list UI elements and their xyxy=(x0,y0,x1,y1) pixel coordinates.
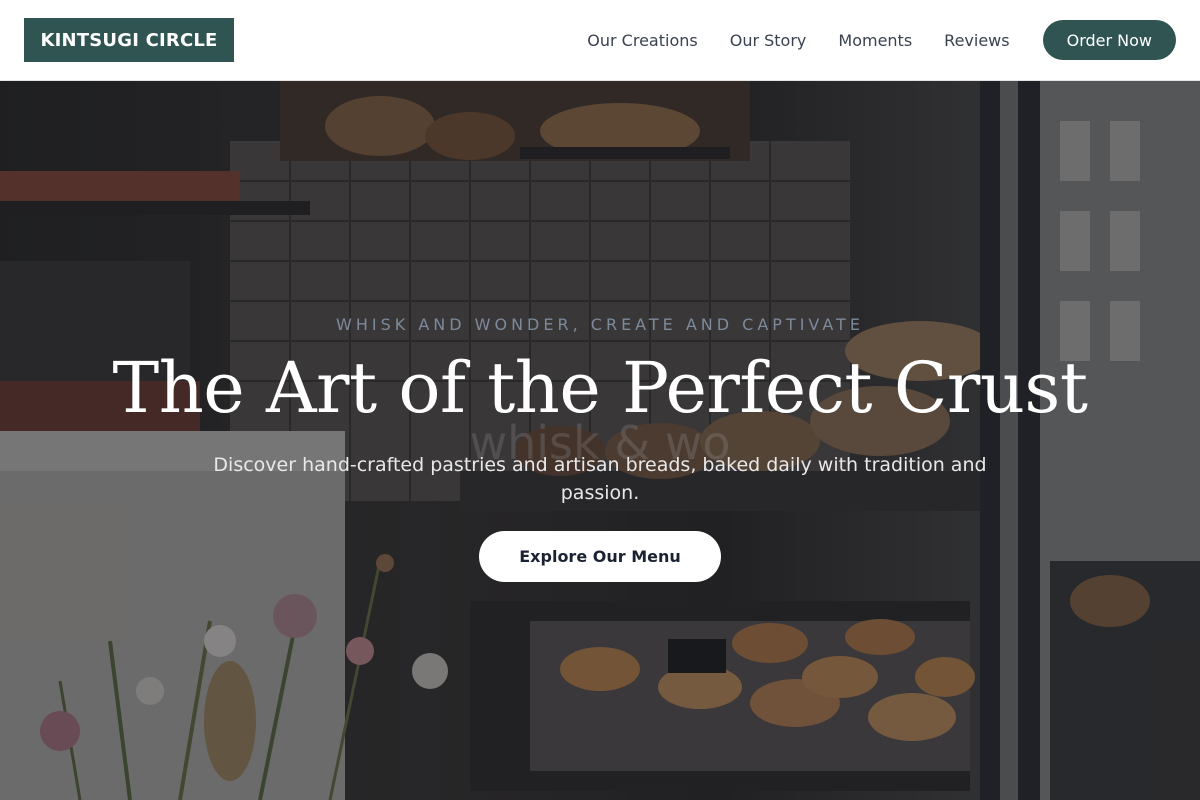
order-now-button[interactable]: Order Now xyxy=(1042,20,1176,60)
explore-menu-button[interactable]: Explore Our Menu xyxy=(479,531,721,582)
hero-title: The Art of the Perfect Crust xyxy=(112,347,1088,429)
nav-link-moments[interactable]: Moments xyxy=(838,31,912,50)
main-nav: Our Creations Our Story Moments Reviews … xyxy=(587,20,1176,60)
hero-section: WHISK AND WONDER, CREATE AND CAPTIVATE w… xyxy=(0,81,1200,800)
nav-link-our-story[interactable]: Our Story xyxy=(730,31,807,50)
nav-link-reviews[interactable]: Reviews xyxy=(944,31,1009,50)
hero-subtitle: Discover hand-crafted pastries and artis… xyxy=(213,454,987,504)
nav-link-our-creations[interactable]: Our Creations xyxy=(587,31,697,50)
hero-content: WHISK AND WONDER, CREATE AND CAPTIVATE w… xyxy=(0,81,1200,800)
site-header: KINTSUGI CIRCLE Our Creations Our Story … xyxy=(0,0,1200,81)
logo[interactable]: KINTSUGI CIRCLE xyxy=(24,18,234,62)
hero-tagline: WHISK AND WONDER, CREATE AND CAPTIVATE xyxy=(336,315,864,334)
